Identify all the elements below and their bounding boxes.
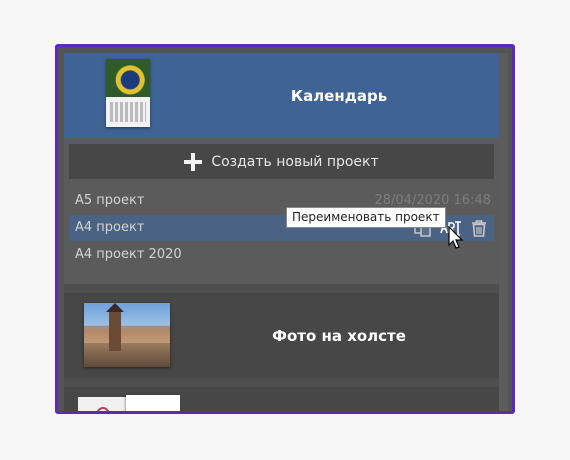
canvas-photo-thumbnail bbox=[84, 303, 170, 367]
product-list: Календарь Создать новый проект A5 проект… bbox=[64, 53, 499, 411]
project-date: 28/04/2020 16:48 bbox=[374, 193, 491, 208]
product-list-panel: Календарь Создать новый проект A5 проект… bbox=[55, 44, 515, 414]
calendar-card[interactable]: Календарь bbox=[64, 53, 499, 138]
project-name: A4 проект 2020 bbox=[75, 247, 182, 262]
calendar-thumbnail bbox=[106, 59, 150, 127]
project-name: A5 проект bbox=[75, 193, 145, 208]
canvas-photo-card[interactable]: Фото на холсте bbox=[64, 293, 499, 378]
next-product-thumbnail bbox=[78, 395, 180, 411]
thumbnail-bridge bbox=[84, 343, 170, 367]
create-new-project-label: Создать новый проект bbox=[211, 153, 379, 170]
trash-icon[interactable] bbox=[468, 218, 490, 238]
rename-tooltip: Переименовать проект bbox=[286, 207, 446, 228]
create-new-project-button[interactable]: Создать новый проект bbox=[69, 144, 494, 179]
project-row[interactable]: A4 проект 2020 bbox=[69, 242, 494, 268]
calendar-cover-image bbox=[106, 59, 150, 97]
calendar-card-title: Календарь bbox=[290, 87, 388, 105]
next-product-card[interactable] bbox=[64, 387, 499, 411]
calendar-grid-image bbox=[110, 102, 146, 122]
scrollbar[interactable] bbox=[499, 53, 508, 411]
thumbnail-tower bbox=[106, 303, 124, 351]
plus-icon bbox=[184, 152, 203, 171]
canvas-card-title: Фото на холсте bbox=[272, 327, 406, 345]
project-name: A4 проект bbox=[75, 220, 145, 235]
mouse-cursor-icon bbox=[448, 226, 464, 249]
